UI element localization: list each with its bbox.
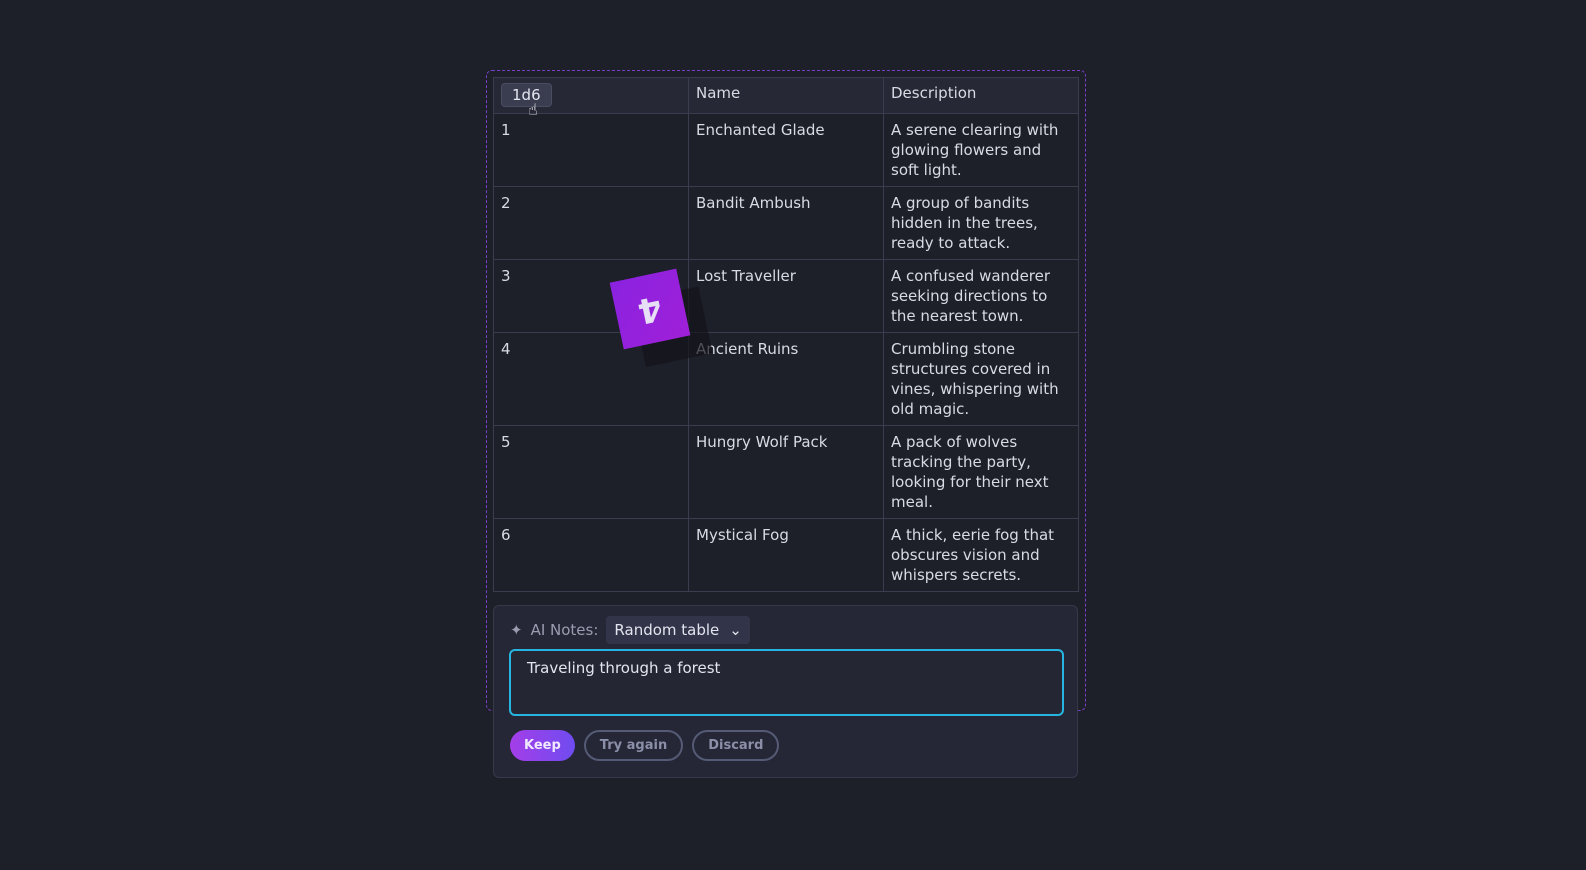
table-row: 2 Bandit Ambush A group of bandits hidden … [493, 186, 1079, 260]
chevron-down-icon: ⌄ [729, 621, 742, 639]
cell-roll[interactable]: 4 [493, 332, 689, 426]
mode-select-value: Random table [614, 621, 720, 639]
discard-button[interactable]: Discard [692, 730, 780, 761]
table-row: 5 Hungry Wolf Pack A pack of wolves tracki… [493, 425, 1079, 519]
cell-description[interactable]: A group of bandits hidden in the trees, … [883, 186, 1079, 260]
table-row: 4 Ancient Ruins Crumbling stone structures… [493, 332, 1079, 426]
cell-name[interactable]: Lost Traveller [688, 259, 884, 333]
cell-description[interactable]: A confused wanderer seeking directions t… [883, 259, 1079, 333]
header-description: Description [883, 77, 1079, 114]
table-row: 3 Lost Traveller A confused wanderer seeki… [493, 259, 1079, 333]
ai-notes-panel: ✦ AI Notes: Random table ⌄ Traveling thr… [493, 605, 1078, 778]
cell-roll[interactable]: 1 [493, 113, 689, 187]
ai-notes-label: AI Notes: [530, 621, 599, 639]
cell-roll[interactable]: 5 [493, 425, 689, 519]
roll-dice-button[interactable]: 1d6 [501, 83, 552, 107]
cell-roll[interactable]: 2 [493, 186, 689, 260]
table-row: 1 Enchanted Glade A serene clearing with g… [493, 113, 1079, 187]
sparkle-icon: ✦ [510, 621, 523, 639]
cell-name[interactable]: Mystical Fog [688, 518, 884, 592]
dice-icon: 4 [609, 268, 691, 350]
cell-description[interactable]: A serene clearing with glowing flowers a… [883, 113, 1079, 187]
hand-cursor-icon: ☝ [528, 100, 538, 119]
cell-name[interactable]: Hungry Wolf Pack [688, 425, 884, 519]
cell-description[interactable]: Crumbling stone structures covered in vi… [883, 332, 1079, 426]
mode-select[interactable]: Random table ⌄ [606, 616, 750, 644]
cell-description[interactable]: A pack of wolves tracking the party, loo… [883, 425, 1079, 519]
try-again-button[interactable]: Try again [583, 730, 684, 761]
table-row: 6 Mystical Fog A thick, eerie fog that obs… [493, 518, 1079, 592]
header-name: Name [688, 77, 884, 114]
cell-roll[interactable]: 6 [493, 518, 689, 592]
cell-description[interactable]: A thick, eerie fog that obscures vision … [883, 518, 1079, 592]
keep-button[interactable]: Keep [510, 730, 575, 761]
cell-name[interactable]: Bandit Ambush [688, 186, 884, 260]
cell-name[interactable]: Ancient Ruins [688, 332, 884, 426]
prompt-input[interactable]: Traveling through a forest [509, 649, 1064, 716]
random-table: 1d6 Name Description 1 Enchanted Glade A s… [493, 77, 1079, 592]
dice-value: 4 [634, 286, 666, 332]
cell-name[interactable]: Enchanted Glade [688, 113, 884, 187]
